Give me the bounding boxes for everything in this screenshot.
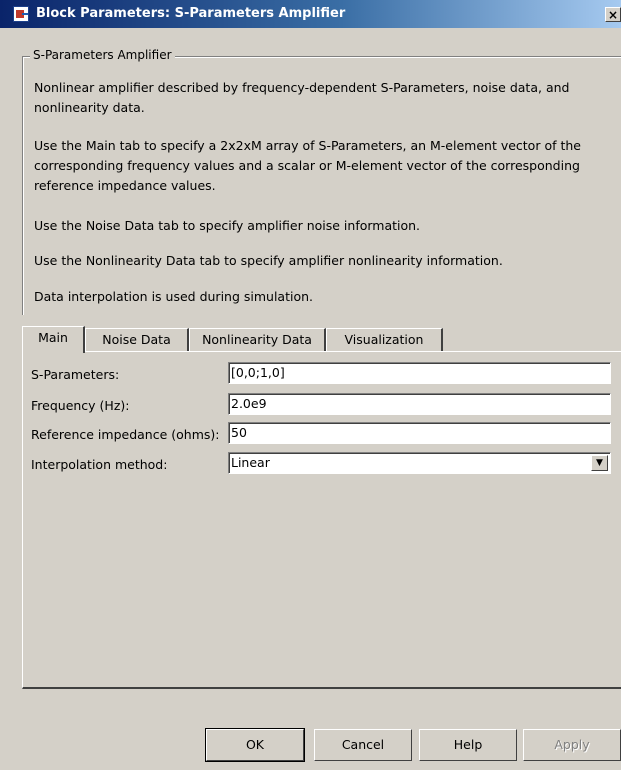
interpolation-method-value: Linear [231,455,270,470]
reference-impedance-label: Reference impedance (ohms): [31,427,220,442]
sparameters-input[interactable]: [0,0;1,0] [228,362,611,384]
sparameters-label: S-Parameters: [31,367,120,382]
tab-strip: Main Noise Data Nonlinearity Data Visual… [22,326,621,353]
chevron-down-icon[interactable]: ▼ [591,455,608,471]
description-paragraph: Use the Main tab to specify a 2x2xM arra… [34,138,581,193]
description-paragraph: Nonlinear amplifier described by frequen… [34,80,570,115]
description-paragraph: Data interpolation is used during simula… [34,289,314,304]
help-button[interactable]: Help [419,729,517,761]
tab-nonlinearity-data[interactable]: Nonlinearity Data [189,328,326,352]
frequency-input[interactable]: 2.0e9 [228,393,611,415]
cancel-button[interactable]: Cancel [314,729,412,761]
ok-button[interactable]: OK [205,728,305,762]
simulink-block-icon [13,6,29,22]
interpolation-method-select[interactable]: Linear ▼ [228,452,611,474]
window-title: Block Parameters: S-Parameters Amplifier [36,6,346,21]
tab-visualization[interactable]: Visualization [326,328,443,352]
tab-noise-data[interactable]: Noise Data [85,328,189,352]
tab-main[interactable]: Main [22,326,85,353]
description-paragraph: Use the Nonlinearity Data tab to specify… [34,253,503,268]
title-bar[interactable]: Block Parameters: S-Parameters Amplifier… [0,0,621,28]
description-paragraph: Use the Noise Data tab to specify amplif… [34,218,421,233]
interpolation-method-label: Interpolation method: [31,457,168,472]
frequency-label: Frequency (Hz): [31,398,130,413]
groupbox-legend: S-Parameters Amplifier [30,48,175,62]
close-button[interactable]: × [605,7,621,22]
apply-button[interactable]: Apply [523,729,621,761]
reference-impedance-input[interactable]: 50 [228,422,611,444]
